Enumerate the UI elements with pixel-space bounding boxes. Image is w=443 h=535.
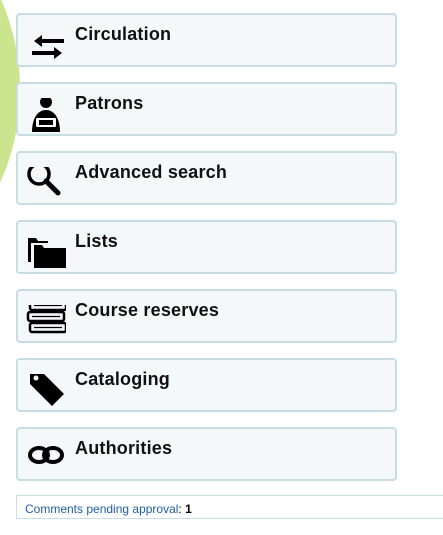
menu-item-label: Patrons <box>75 93 144 113</box>
menu-item-cataloging[interactable]: Cataloging <box>16 358 397 412</box>
menu-item-label: Advanced search <box>75 162 228 182</box>
menu-item-advanced-search[interactable]: Advanced search <box>16 151 397 205</box>
search-magnifier-icon <box>26 167 66 207</box>
menu-item-label: Authorities <box>75 438 173 458</box>
menu-item-circulation[interactable]: Circulation <box>16 13 397 67</box>
menu-item-patrons[interactable]: Patrons <box>16 82 397 136</box>
menu-item-label: Course reserves <box>75 300 220 320</box>
menu-item-label: Circulation <box>75 24 172 44</box>
comments-pending-link[interactable]: Comments pending approval <box>25 502 178 516</box>
menu-item-label: Lists <box>75 231 119 251</box>
main-page: Circulation Patrons Advanced search List… <box>0 0 443 535</box>
comments-pending-count: 1 <box>185 502 192 516</box>
menu-item-label: Cataloging <box>75 369 170 389</box>
comments-pending-notice: Comments pending approval: 1 <box>16 495 443 519</box>
book-stack-icon <box>26 305 66 345</box>
folders-icon <box>26 236 66 276</box>
main-menu: Circulation Patrons Advanced search List… <box>16 13 397 496</box>
circulation-arrows-icon <box>26 29 66 69</box>
menu-item-lists[interactable]: Lists <box>16 220 397 274</box>
tag-icon <box>26 374 66 414</box>
patron-reader-icon <box>26 98 66 138</box>
menu-item-course-reserves[interactable]: Course reserves <box>16 289 397 343</box>
chain-link-icon <box>26 443 66 483</box>
comments-pending-separator: : <box>178 502 182 516</box>
menu-item-authorities[interactable]: Authorities <box>16 427 397 481</box>
